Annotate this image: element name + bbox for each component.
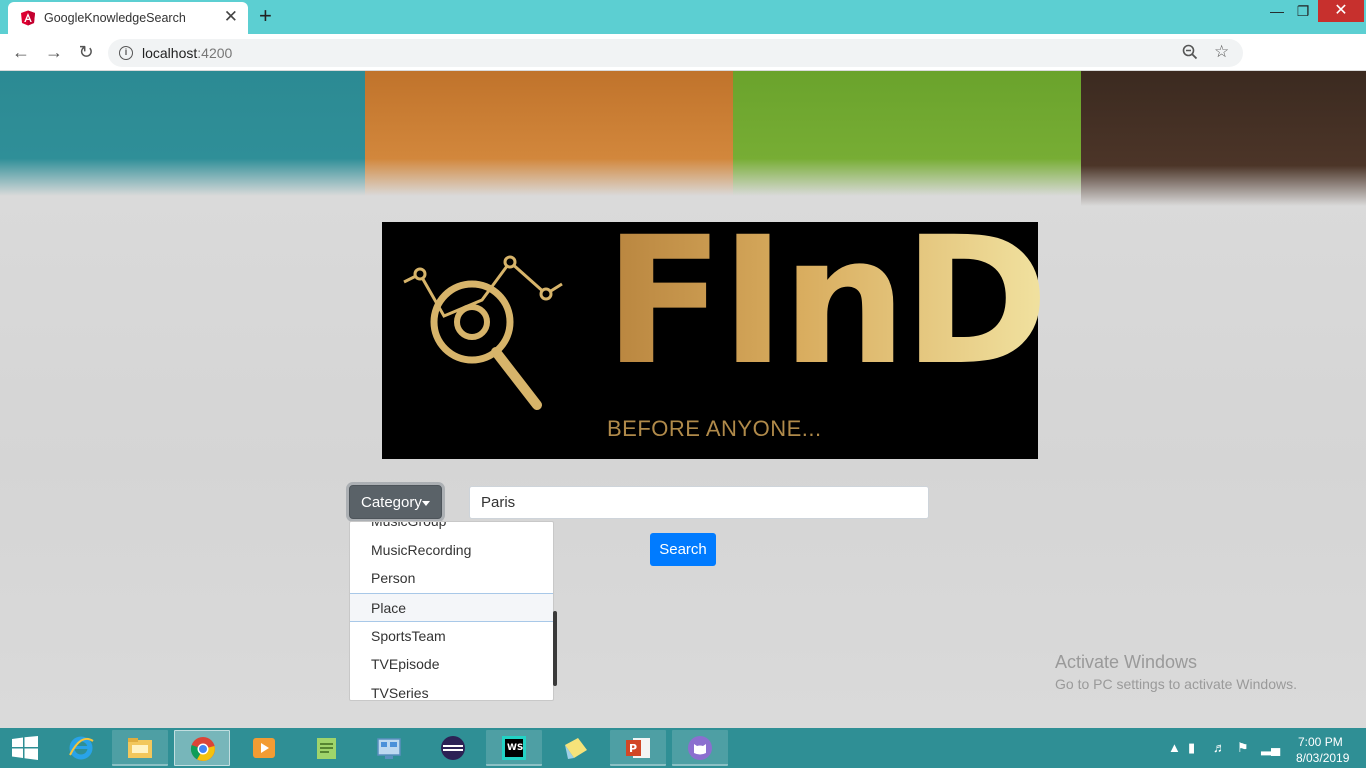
media-player-icon	[253, 738, 275, 758]
svg-text:WS: WS	[507, 743, 523, 753]
dropdown-item-musicgroup[interactable]: MusicGroup	[350, 522, 553, 536]
restore-button[interactable]: ❐	[1288, 0, 1318, 22]
category-dropdown-button[interactable]: Category	[349, 485, 442, 519]
taskbar-app-powerpoint[interactable]: P	[610, 730, 666, 766]
paint-stroke-orange	[365, 71, 733, 196]
browser-toolbar: ← → ↻ i localhost:4200 ☆ k ···	[0, 34, 1366, 99]
dropdown-scrollbar[interactable]	[553, 611, 557, 686]
internet-explorer-icon	[69, 736, 94, 760]
search-input[interactable]	[469, 486, 929, 519]
taskbar-app-explorer[interactable]	[112, 730, 168, 766]
eclipse-icon	[441, 736, 465, 760]
caret-down-icon	[422, 501, 430, 506]
notepad-plus-icon	[317, 738, 336, 759]
category-dropdown-menu: MusicGroup MusicRecording Person Place S…	[349, 521, 554, 701]
logo-wordmark: FInD	[604, 199, 1049, 404]
taskbar-app-webstorm[interactable]: WS	[486, 730, 542, 766]
dropdown-item-sportsteam[interactable]: SportsTeam	[350, 622, 553, 651]
url-host: localhost	[142, 45, 198, 61]
angular-favicon-icon	[21, 10, 35, 26]
search-button[interactable]: Search	[650, 533, 716, 566]
taskbar-app-github[interactable]	[672, 730, 728, 766]
notes-icon	[565, 738, 587, 759]
windows-start-icon[interactable]	[11, 736, 39, 760]
tab-close-icon[interactable]: ✕	[224, 8, 238, 26]
browser-titlebar: GoogleKnowledgeSearch ✕ + — ❐ ✕	[0, 0, 1366, 34]
clock-time[interactable]: 7:00 PM	[1298, 735, 1343, 749]
dropdown-item-place[interactable]: Place	[350, 593, 553, 622]
dropdown-item-tvseries[interactable]: TVSeries	[350, 679, 553, 700]
tray-expand-icon[interactable]: ▲	[1168, 740, 1181, 755]
address-bar[interactable]: i localhost:4200 ☆	[108, 39, 1243, 67]
chrome-icon	[190, 737, 215, 761]
webstorm-icon: WS	[502, 736, 526, 760]
control-panel-icon	[377, 738, 401, 759]
action-center-flag-icon[interactable]: ⚑	[1237, 740, 1249, 756]
browser-tab[interactable]: GoogleKnowledgeSearch ✕	[8, 2, 248, 34]
github-desktop-icon	[688, 736, 712, 760]
taskbar-app-ie[interactable]	[53, 730, 109, 766]
taskbar-app-media[interactable]	[236, 730, 292, 766]
logo-tagline: BEFORE ANYONE...	[607, 416, 822, 441]
dropdown-item-person[interactable]: Person	[350, 564, 553, 593]
volume-icon[interactable]: ♬	[1213, 740, 1226, 755]
svg-text:P: P	[629, 742, 637, 755]
reload-icon[interactable]: ↻	[74, 41, 98, 63]
category-button-label: Category	[361, 494, 422, 511]
dropdown-item-musicrecording[interactable]: MusicRecording	[350, 536, 553, 565]
activate-windows-subtitle: Go to PC settings to activate Windows.	[1055, 676, 1297, 692]
taskbar-app-notes[interactable]	[548, 730, 604, 766]
back-arrow-icon[interactable]: ←	[9, 41, 33, 63]
taskbar-app-controlpanel[interactable]	[361, 730, 417, 766]
clock-date[interactable]: 8/03/2019	[1296, 751, 1349, 765]
taskbar-app-notepadpp[interactable]	[299, 730, 355, 766]
dropdown-item-tvepisode[interactable]: TVEpisode	[350, 650, 553, 679]
close-window-button[interactable]: ✕	[1318, 0, 1364, 22]
paint-stroke-teal	[0, 71, 365, 196]
bookmark-star-icon[interactable]: ☆	[1214, 42, 1229, 62]
network-signal-icon[interactable]: ▂▄	[1261, 740, 1280, 756]
tab-title: GoogleKnowledgeSearch	[44, 11, 186, 25]
taskbar-app-eclipse[interactable]	[425, 730, 481, 766]
zoom-out-icon[interactable]	[1182, 44, 1198, 60]
url-port: :4200	[197, 45, 233, 61]
taskbar-app-chrome[interactable]	[174, 730, 230, 766]
page-content: FInD BEFORE ANYONE... Category Search Mu…	[0, 71, 1366, 728]
find-logo: FInD BEFORE ANYONE...	[382, 214, 1049, 459]
file-explorer-icon	[128, 738, 152, 758]
url-text[interactable]: localhost:4200	[142, 45, 232, 61]
powerpoint-icon: P	[626, 738, 650, 758]
forward-arrow-icon[interactable]: →	[42, 41, 66, 63]
paint-stroke-brown	[1081, 71, 1366, 206]
activate-windows-title: Activate Windows	[1055, 652, 1198, 672]
new-tab-button[interactable]: +	[259, 5, 272, 27]
info-icon[interactable]: i	[119, 46, 133, 60]
tray-device-icon[interactable]: ▮	[1188, 740, 1195, 756]
paint-stroke-green	[733, 71, 1081, 196]
windows-taskbar: WS P ▲ ▮ ♬ ⚑ ▂▄ 7:00 PM 8/03/2019	[0, 728, 1366, 768]
